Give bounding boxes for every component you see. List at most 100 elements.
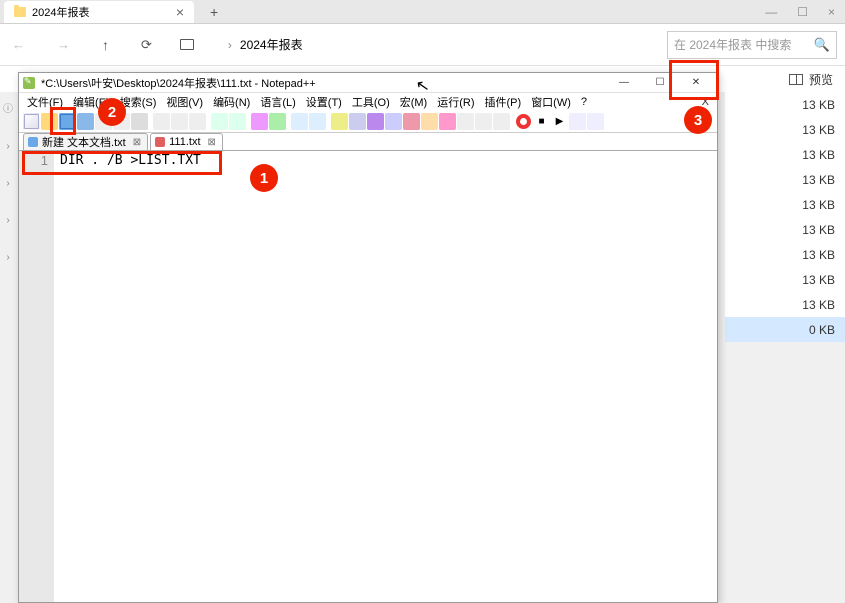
chevron-right-icon[interactable]: › <box>6 178 9 189</box>
file-saved-icon <box>28 137 38 147</box>
redo-icon[interactable] <box>229 113 246 130</box>
file-size[interactable]: 13 KB <box>725 267 845 292</box>
folder-icon <box>14 7 26 17</box>
breadcrumb-folder: 2024年报表 <box>240 36 303 53</box>
user-lang-icon[interactable] <box>403 113 420 130</box>
file-size[interactable]: 13 KB <box>725 142 845 167</box>
cut-icon[interactable] <box>153 113 170 130</box>
copy-icon[interactable] <box>171 113 188 130</box>
tree-collapse-column: ⓘ › › › › <box>0 100 16 263</box>
indent-guide-icon[interactable] <box>385 113 402 130</box>
file-size[interactable]: 13 KB <box>725 217 845 242</box>
close-all-icon[interactable] <box>113 113 130 130</box>
doc-map-icon[interactable] <box>421 113 438 130</box>
file-size[interactable]: 13 KB <box>725 92 845 117</box>
open-file-icon[interactable] <box>41 113 58 130</box>
npp-minimize-button[interactable]: — <box>607 74 641 92</box>
save-icon[interactable] <box>59 113 76 130</box>
forward-button[interactable]: → <box>53 33 74 56</box>
macro-stop-icon[interactable]: ■ <box>533 113 550 130</box>
chevron-right-icon[interactable]: › <box>6 252 9 263</box>
menu-edit[interactable]: 编辑(E) <box>69 94 114 110</box>
close-icon[interactable]: ⊠ <box>208 137 216 148</box>
func-list-icon[interactable] <box>457 113 474 130</box>
find-icon[interactable] <box>251 113 268 130</box>
line-number: 1 <box>19 153 48 168</box>
menu-file[interactable]: 文件(F) <box>23 94 67 110</box>
menu-search[interactable]: 搜索(S) <box>116 94 161 110</box>
menu-language[interactable]: 语言(L) <box>256 94 299 110</box>
replace-icon[interactable] <box>269 113 286 130</box>
window-maximize-icon[interactable]: ☐ <box>797 5 808 19</box>
zoom-in-icon[interactable] <box>291 113 308 130</box>
npp-tab[interactable]: 111.txt ⊠ <box>150 133 223 150</box>
menu-help[interactable]: ? <box>577 96 591 108</box>
npp-titlebar[interactable]: *C:\Users\叶安\Desktop\2024年报表\111.txt - N… <box>19 73 717 93</box>
up-button[interactable]: ↑ <box>98 33 113 57</box>
explorer-tab[interactable]: 2024年报表 × <box>4 1 194 23</box>
npp-maximize-button[interactable]: ☐ <box>643 74 677 92</box>
new-file-icon[interactable] <box>23 113 40 130</box>
menu-encoding[interactable]: 编码(N) <box>209 94 254 110</box>
new-tab-button[interactable]: + <box>210 4 218 20</box>
macro-record-icon[interactable] <box>515 113 532 130</box>
window-close-icon[interactable]: × <box>828 5 835 19</box>
macro-save-icon[interactable] <box>587 113 604 130</box>
file-size[interactable]: 13 KB <box>725 192 845 217</box>
editor-content[interactable]: DIR . /B >LIST.TXT <box>54 151 717 602</box>
file-size[interactable]: 13 KB <box>725 167 845 192</box>
explorer-nav-bar: ← → ↑ ⟳ › 2024年报表 在 2024年报表 中搜索 🔍 <box>0 24 845 66</box>
undo-icon[interactable] <box>211 113 228 130</box>
npp-close-button[interactable]: ✕ <box>679 74 713 92</box>
print-icon[interactable] <box>131 113 148 130</box>
zoom-out-icon[interactable] <box>309 113 326 130</box>
macro-play-multi-icon[interactable] <box>569 113 586 130</box>
breadcrumb[interactable]: › 2024年报表 <box>218 36 643 53</box>
menu-macro[interactable]: 宏(M) <box>396 94 432 110</box>
file-size[interactable]: 13 KB <box>725 117 845 142</box>
npp-toolbar: ■ ▶ <box>19 111 717 133</box>
npp-tab[interactable]: 新建 文本文档.txt ⊠ <box>23 133 148 150</box>
paste-icon[interactable] <box>189 113 206 130</box>
wrap-icon[interactable] <box>349 113 366 130</box>
menu-plugin[interactable]: 插件(P) <box>481 94 526 110</box>
search-input[interactable]: 在 2024年报表 中搜索 🔍 <box>667 31 837 59</box>
close-file-icon[interactable] <box>95 113 112 130</box>
doc-list-icon[interactable] <box>439 113 456 130</box>
menu-window[interactable]: 窗口(W) <box>527 94 575 110</box>
menu-run[interactable]: 运行(R) <box>433 94 478 110</box>
back-button[interactable]: ← <box>8 33 29 56</box>
window-minimize-icon[interactable]: — <box>765 5 777 19</box>
save-all-icon[interactable] <box>77 113 94 130</box>
file-size[interactable]: 13 KB <box>725 292 845 317</box>
pc-icon[interactable] <box>180 39 194 50</box>
preview-button[interactable]: 预览 <box>789 71 833 88</box>
file-size[interactable]: 13 KB <box>725 242 845 267</box>
npp-editor[interactable]: 1 DIR . /B >LIST.TXT <box>19 151 717 602</box>
chevron-right-icon[interactable]: › <box>6 215 9 226</box>
file-size[interactable]: 0 KB <box>725 317 845 342</box>
close-tab-icon[interactable]: × <box>176 4 184 20</box>
menu-tools[interactable]: 工具(O) <box>348 94 394 110</box>
npp-menu-bar: 文件(F) 编辑(E) 搜索(S) 视图(V) 编码(N) 语言(L) 设置(T… <box>19 93 717 111</box>
menu-view[interactable]: 视图(V) <box>162 94 207 110</box>
menu-settings[interactable]: 设置(T) <box>302 94 346 110</box>
sync-icon[interactable] <box>331 113 348 130</box>
refresh-button[interactable]: ⟳ <box>137 33 156 57</box>
close-icon[interactable]: ⊠ <box>133 137 141 148</box>
folder-workspace-icon[interactable] <box>475 113 492 130</box>
close-tab-x[interactable]: X <box>702 96 713 108</box>
line-number-gutter: 1 <box>19 151 54 602</box>
npp-tab-label: 新建 文本文档.txt <box>42 134 126 150</box>
macro-play-icon[interactable]: ▶ <box>551 113 568 130</box>
monitor-icon[interactable] <box>493 113 510 130</box>
explorer-tab-title: 2024年报表 <box>32 4 89 20</box>
chevron-right-icon[interactable]: › <box>6 141 9 152</box>
file-unsaved-icon <box>155 137 165 147</box>
chevron-right-icon: › <box>228 38 232 52</box>
file-list-sizes: 13 KB 13 KB 13 KB 13 KB 13 KB 13 KB 13 K… <box>725 92 845 342</box>
search-icon[interactable]: 🔍 <box>814 37 830 53</box>
search-placeholder: 在 2024年报表 中搜索 <box>674 36 791 53</box>
show-chars-icon[interactable] <box>367 113 384 130</box>
info-icon[interactable]: ⓘ <box>3 100 13 115</box>
